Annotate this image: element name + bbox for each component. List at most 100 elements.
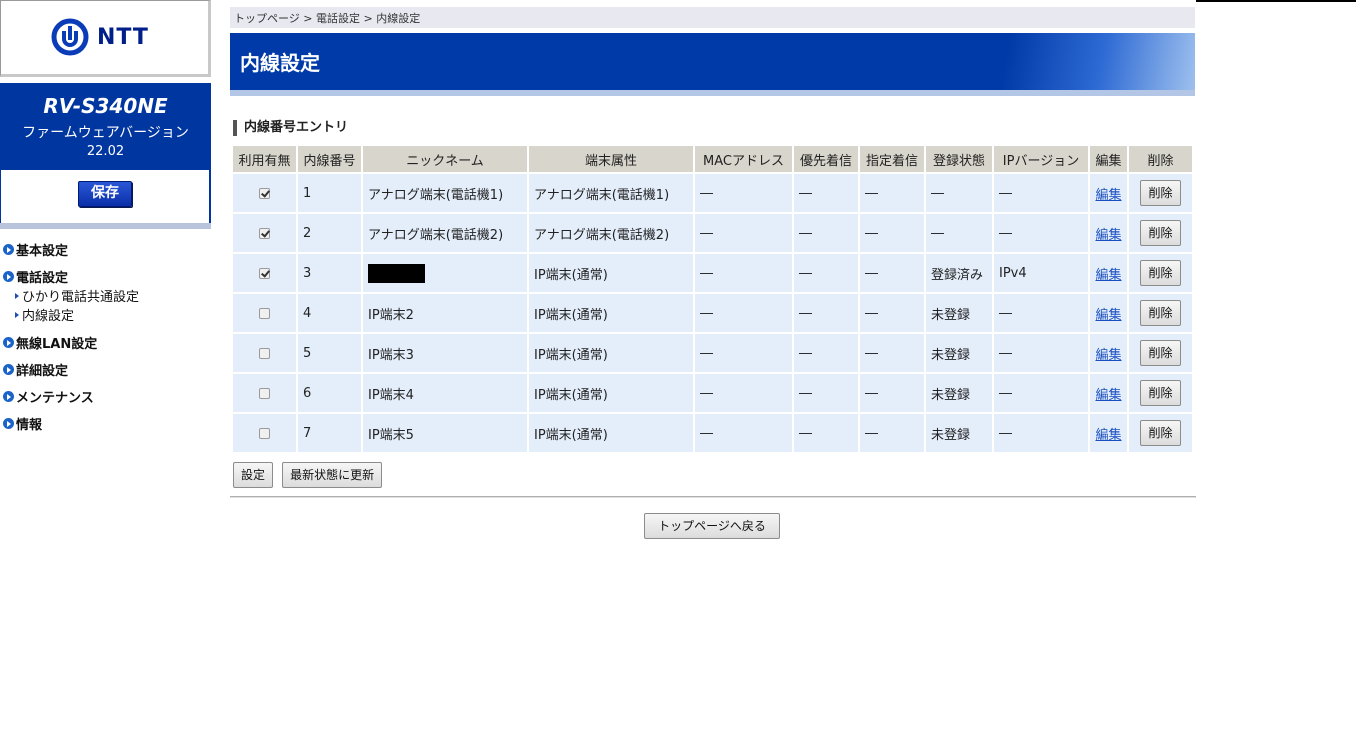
cell-priority: ― [794,374,858,412]
edit-link[interactable]: 編集 [1095,268,1121,283]
nav-basic-settings[interactable]: 基本設定 [0,236,211,263]
device-info: RV-S340NE ファームウェアバージョン 22.02 [0,83,211,170]
col-header-ipver: IPバージョン [994,146,1088,172]
cell-attr: IP端末(通常) [529,294,693,332]
save-area: 保存 [0,170,211,223]
cell-delete: 削除 [1129,334,1192,372]
col-header-edit: 編集 [1090,146,1127,172]
edit-link[interactable]: 編集 [1095,308,1121,323]
cell-status: 登録済み [926,254,992,292]
back-to-top-button[interactable]: トップページへ戻る [644,513,780,539]
nav-info[interactable]: 情報 [0,410,211,437]
ntt-logo-icon [51,18,89,56]
set-button[interactable]: 設定 [233,462,274,488]
breadcrumb-top[interactable]: トップページ [234,12,300,25]
enabled-checkbox[interactable] [259,227,270,239]
nav-label: 無線LAN設定 [16,337,98,352]
refresh-button[interactable]: 最新状態に更新 [282,462,383,488]
cell-number: 4 [298,294,361,332]
table-row: 2 アナログ端末(電話機2) アナログ端末(電話機2) ― ― ― ― ― 編集 削除 [233,214,1192,252]
arrow-bullet-icon [3,364,14,375]
cell-enabled [233,254,296,292]
nav-maintenance[interactable]: メンテナンス [0,383,211,410]
cell-designated: ― [860,254,924,292]
edit-link[interactable]: 編集 [1095,388,1121,403]
sidebar-divider [0,223,211,229]
nav-advanced[interactable]: 詳細設定 [0,356,211,383]
edit-link[interactable]: 編集 [1095,428,1121,443]
enabled-checkbox[interactable] [259,307,270,319]
edit-link[interactable]: 編集 [1095,348,1121,363]
cell-priority: ― [794,334,858,372]
col-header-enabled: 利用有無 [233,146,296,172]
nav-phone-subitems: ひかり電話共通設定 内線設定 [0,286,211,324]
extension-table: 利用有無 内線番号 ニックネーム 端末属性 MACアドレス 優先着信 指定着信 … [231,144,1194,454]
enabled-checkbox[interactable] [259,387,270,399]
nav-wireless-lan[interactable]: 無線LAN設定 [0,329,211,356]
cell-mac: ― [695,334,792,372]
cell-priority: ― [794,414,858,452]
cell-ipver: ― [994,294,1088,332]
delete-button[interactable]: 削除 [1140,260,1181,286]
col-header-nickname: ニックネーム [363,146,527,172]
cell-enabled [233,414,296,452]
cell-priority: ― [794,214,858,252]
enabled-checkbox[interactable] [259,187,270,199]
nav-label: 情報 [16,418,43,433]
table-row: 7 IP端末5 IP端末(通常) ― ― ― 未登録 ― 編集 削除 [233,414,1192,452]
cell-ipver: ― [994,174,1088,212]
enabled-checkbox[interactable] [259,427,270,439]
cell-edit: 編集 [1090,214,1127,252]
edit-link[interactable]: 編集 [1095,188,1121,203]
col-header-mac: MACアドレス [695,146,792,172]
cell-designated: ― [860,214,924,252]
cell-nickname: IP端末5 [363,414,527,452]
cell-nickname: IP端末2 [363,294,527,332]
enabled-checkbox[interactable] [259,347,270,359]
delete-button[interactable]: 削除 [1140,300,1181,326]
delete-button[interactable]: 削除 [1140,420,1181,446]
enabled-checkbox[interactable] [259,267,270,279]
col-header-designated: 指定着信 [860,146,924,172]
nav-sub-label: ひかり電話共通設定 [22,290,140,305]
cell-edit: 編集 [1090,294,1127,332]
cell-attr: IP端末(通常) [529,374,693,412]
cell-edit: 編集 [1090,174,1127,212]
nav-label: 電話設定 [16,271,69,286]
cell-ipver: ― [994,214,1088,252]
breadcrumb-current: 内線設定 [376,12,421,25]
nav-sub-hikari-common[interactable]: ひかり電話共通設定 [0,286,211,305]
logo-text: NTT [97,24,149,50]
firmware-label: ファームウェアバージョン [22,125,189,141]
cell-edit: 編集 [1090,374,1127,412]
save-button[interactable]: 保存 [78,181,132,207]
cell-enabled [233,214,296,252]
divider [230,496,1196,498]
device-model: RV-S340NE [43,94,168,118]
breadcrumb-separator: > [363,12,373,25]
cell-nickname: アナログ端末(電話機2) [363,214,527,252]
delete-button[interactable]: 削除 [1140,340,1181,366]
cell-attr: IP端末(通常) [529,254,693,292]
delete-button[interactable]: 削除 [1140,380,1181,406]
col-header-delete: 削除 [1129,146,1192,172]
edit-link[interactable]: 編集 [1095,228,1121,243]
triangle-bullet-icon [15,311,19,318]
delete-button[interactable]: 削除 [1140,220,1181,246]
cell-enabled [233,334,296,372]
cell-mac: ― [695,414,792,452]
table-row: 1 アナログ端末(電話機1) アナログ端末(電話機1) ― ― ― ― ― 編集 削除 [233,174,1192,212]
table-row: 6 IP端末4 IP端末(通常) ― ― ― 未登録 ― 編集 削除 [233,374,1192,412]
breadcrumb-phone[interactable]: 電話設定 [316,12,360,25]
cell-nickname: アナログ端末(電話機1) [363,174,527,212]
cell-delete: 削除 [1129,254,1192,292]
nav-sub-extension[interactable]: 内線設定 [0,305,211,324]
delete-button[interactable]: 削除 [1140,180,1181,206]
col-header-attr: 端末属性 [529,146,693,172]
nav-label: メンテナンス [16,391,94,406]
cell-edit: 編集 [1090,254,1127,292]
cell-designated: ― [860,374,924,412]
page-title: 内線設定 [240,51,320,75]
cell-ipver: ― [994,374,1088,412]
cell-edit: 編集 [1090,334,1127,372]
